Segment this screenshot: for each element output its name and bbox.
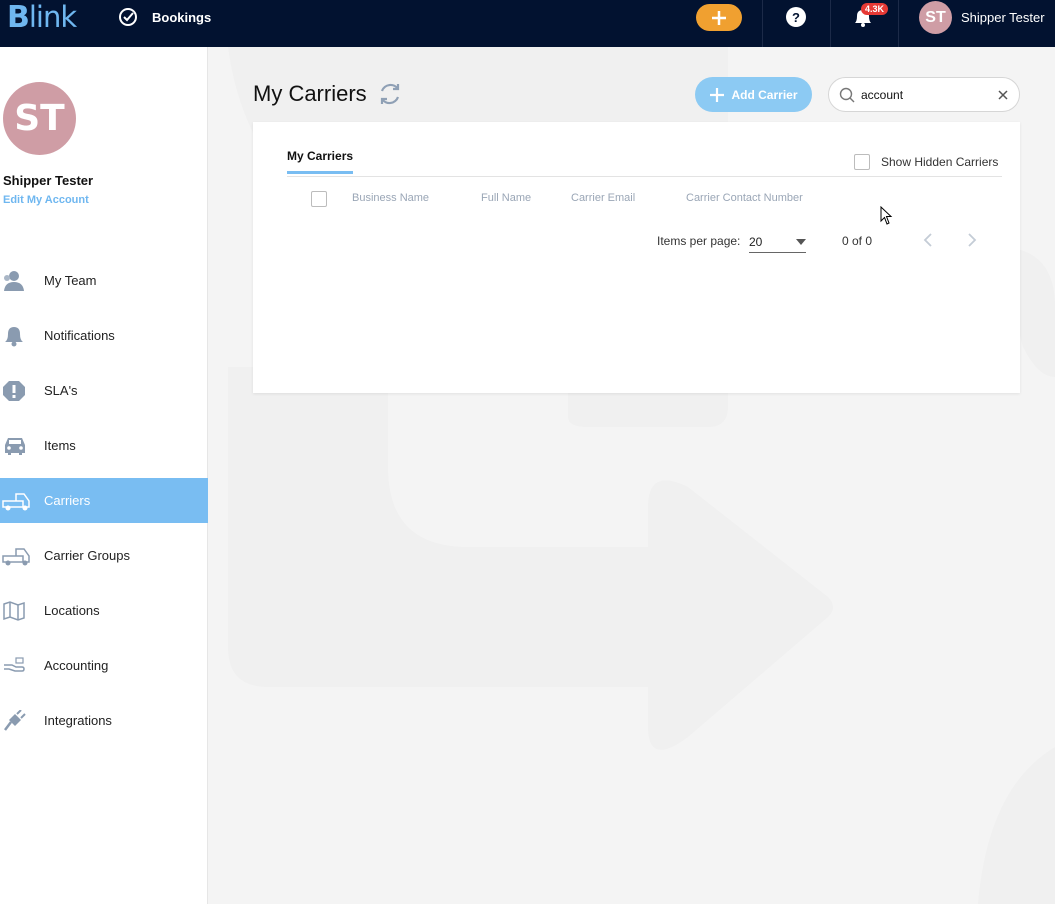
items-per-page-value: 20 [749, 234, 763, 249]
show-hidden-carriers-toggle[interactable]: Show Hidden Carriers [854, 154, 998, 170]
check-circle-icon [119, 8, 137, 26]
sidebar-item-label: Notifications [44, 328, 115, 343]
search-box [828, 77, 1020, 112]
add-carrier-button[interactable]: Add Carrier [695, 77, 812, 112]
divider [762, 0, 763, 47]
pagination-range: 0 of 0 [842, 234, 873, 248]
tab-my-carriers[interactable]: My Carriers [287, 149, 354, 174]
team-icon [0, 258, 44, 303]
tab-divider [287, 176, 1002, 177]
truck-icon [0, 478, 44, 523]
sidebar-item-label: Accounting [44, 658, 109, 673]
show-hidden-checkbox[interactable] [854, 154, 870, 170]
profile-name: Shipper Tester [3, 173, 94, 188]
quick-add-button[interactable] [696, 4, 742, 31]
nav-bookings[interactable]: Bookings [118, 6, 211, 28]
sidebar-item-my-team[interactable]: My Team [0, 258, 208, 303]
add-carrier-label: Add Carrier [731, 87, 798, 102]
sidebar-item-label: Integrations [44, 713, 112, 728]
search-icon [839, 87, 855, 102]
items-per-page-label: Items per page: [657, 234, 741, 248]
plus-icon [710, 87, 725, 102]
sidebar-item-carrier-groups[interactable]: Carrier Groups [0, 533, 208, 578]
page-title-row: My Carriers [253, 81, 403, 107]
hand-icon [0, 643, 44, 688]
top-navbar: Blink Bookings ? 4.3K ST Shipper Tester [0, 0, 1055, 47]
blink-logo[interactable]: Blink [7, 0, 77, 35]
column-header-contact-number[interactable]: Carrier Contact Number [686, 192, 803, 204]
sidebar: ST Shipper Tester Edit My Account My Tea… [0, 47, 208, 904]
sidebar-item-locations[interactable]: Locations [0, 588, 208, 633]
plus-icon [712, 10, 726, 25]
column-header-carrier-email[interactable]: Carrier Email [571, 192, 635, 204]
chevron-left-icon[interactable] [922, 232, 934, 248]
help-button[interactable]: ? [786, 7, 806, 27]
nav-bookings-label: Bookings [152, 9, 212, 25]
user-menu[interactable]: ST Shipper Tester [919, 1, 1045, 34]
caret-down-icon [796, 238, 806, 245]
divider [898, 0, 899, 47]
avatar: ST [919, 1, 952, 34]
profile-avatar: ST [3, 82, 76, 155]
sidebar-item-label: SLA's [44, 383, 78, 398]
car-icon [0, 423, 44, 468]
sidebar-item-integrations[interactable]: Integrations [0, 698, 208, 743]
divider [830, 0, 831, 47]
sidebar-item-carriers[interactable]: Carriers [0, 478, 208, 523]
page-title: My Carriers [253, 81, 367, 106]
column-header-business-name[interactable]: Business Name [352, 192, 429, 204]
chevron-right-icon[interactable] [966, 232, 978, 248]
user-name: Shipper Tester [961, 10, 1045, 25]
map-icon [0, 588, 44, 633]
sidebar-item-accounting[interactable]: Accounting [0, 643, 208, 688]
show-hidden-label: Show Hidden Carriers [881, 155, 999, 169]
refresh-icon[interactable] [377, 81, 403, 107]
sidebar-item-label: My Team [44, 273, 97, 288]
truck-icon [0, 533, 44, 578]
edit-account-link[interactable]: Edit My Account [3, 194, 89, 206]
column-header-full-name[interactable]: Full Name [481, 192, 531, 204]
sidebar-item-label: Items [44, 438, 76, 453]
alert-icon [0, 368, 44, 413]
select-all-checkbox[interactable] [311, 191, 327, 207]
sidebar-item-label: Carriers [44, 493, 91, 508]
mouse-cursor-icon [880, 206, 893, 225]
sidebar-item-items[interactable]: Items [0, 423, 208, 468]
sidebar-item-label: Locations [44, 603, 100, 618]
plug-icon [0, 698, 44, 743]
sidebar-item-label: Carrier Groups [44, 548, 130, 563]
sidebar-item-notifications[interactable]: Notifications [0, 313, 208, 358]
sidebar-item-slas[interactable]: SLA's [0, 368, 208, 413]
carriers-card: My Carriers Show Hidden Carriers Busines… [253, 122, 1020, 393]
items-per-page-select[interactable]: 20 [749, 231, 806, 253]
bell-icon [0, 313, 44, 358]
notification-count-badge: 4.3K [861, 3, 889, 15]
search-input[interactable] [861, 87, 991, 102]
close-icon[interactable] [997, 89, 1009, 101]
